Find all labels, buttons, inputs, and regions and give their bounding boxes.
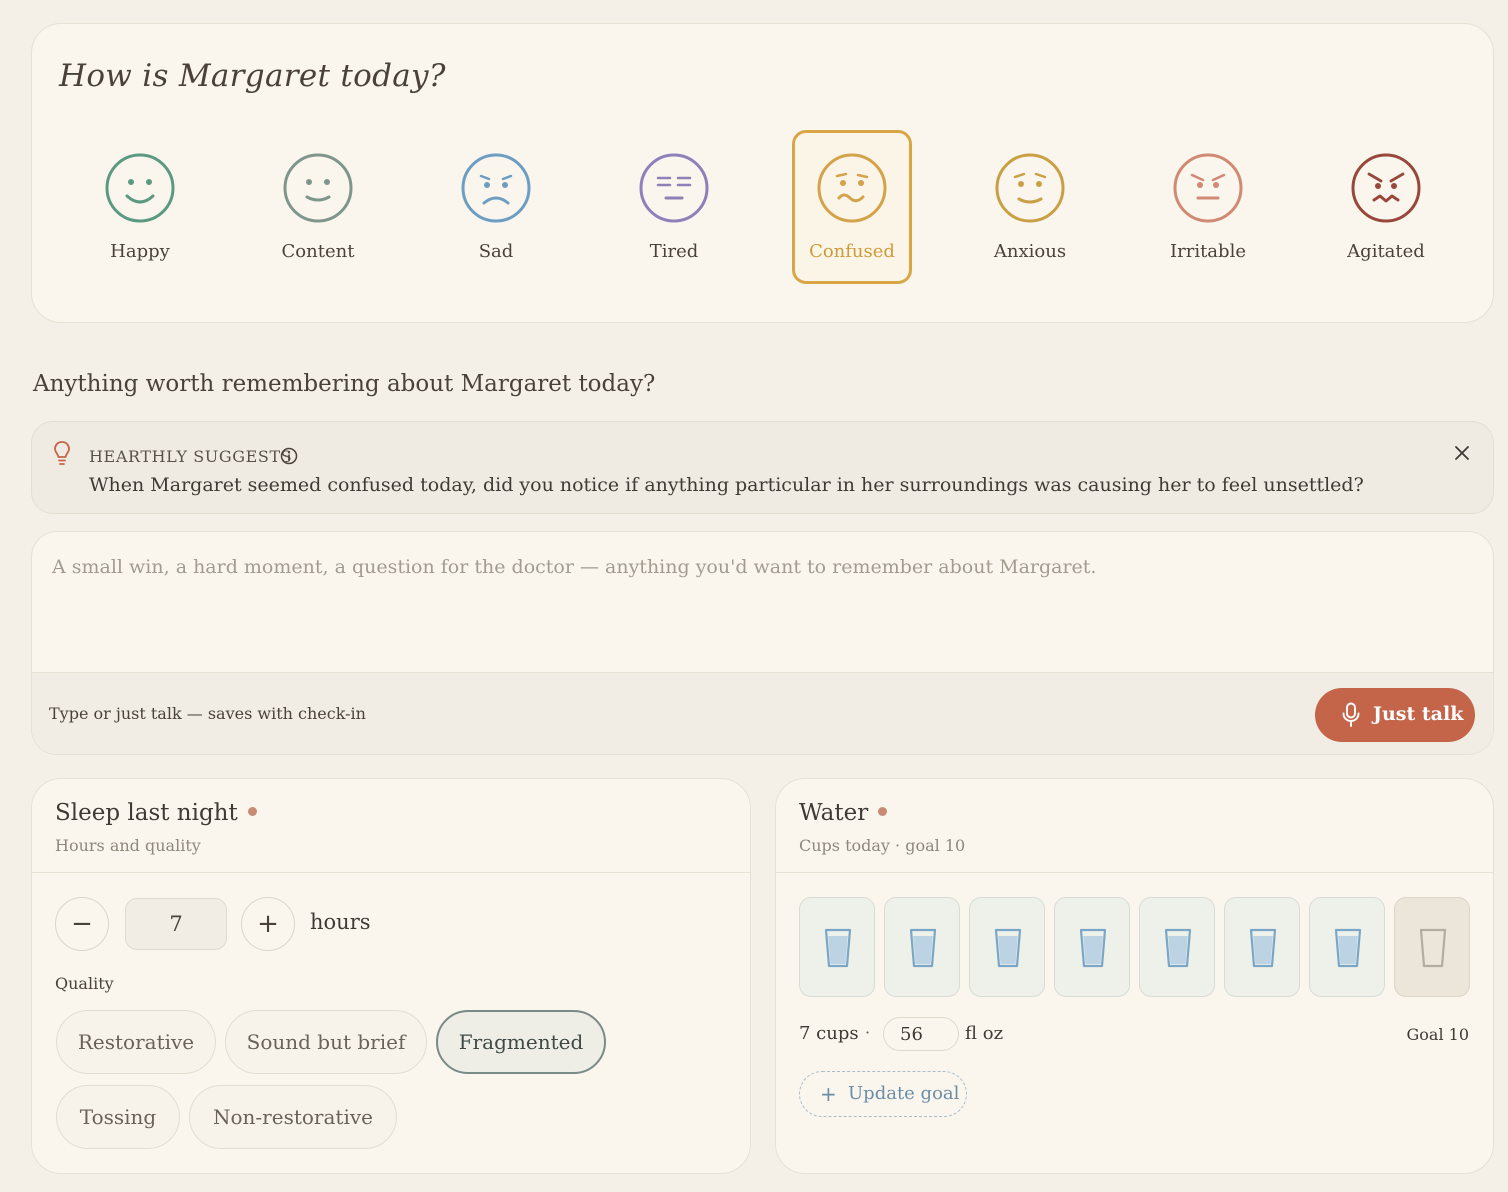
- quality-label: Quality: [55, 974, 114, 993]
- mood-anxious[interactable]: Anxious: [970, 130, 1090, 284]
- info-icon[interactable]: [280, 447, 298, 465]
- suggestion-banner: HEARTHLY SUGGESTS When Margaret seemed c…: [31, 421, 1494, 514]
- cup-filled[interactable]: [969, 897, 1045, 997]
- notes-footer: Type or just talk — saves with check-in …: [32, 672, 1493, 754]
- water-title: Water: [799, 800, 888, 826]
- mood-label: Confused: [809, 241, 895, 262]
- mood-card: How is Margaret today? Happy Content Sad: [31, 23, 1494, 323]
- floz-input[interactable]: [883, 1017, 959, 1051]
- anxious-face-icon: [995, 153, 1065, 223]
- mood-label: Happy: [110, 241, 170, 262]
- irritable-face-icon: [1173, 153, 1243, 223]
- water-glass-icon: [1079, 928, 1107, 968]
- increase-hours-button[interactable]: +: [241, 897, 295, 951]
- mood-label: Tired: [649, 241, 699, 262]
- sleep-card: Sleep last night Hours and quality − + h…: [31, 778, 751, 1174]
- mood-label: Anxious: [993, 241, 1067, 262]
- mood-tired[interactable]: Tired: [614, 130, 734, 284]
- update-goal-button[interactable]: + Update goal: [799, 1071, 967, 1117]
- update-goal-label: Update goal: [848, 1083, 960, 1104]
- just-talk-button[interactable]: Just talk: [1315, 688, 1475, 742]
- quality-chip-restorative[interactable]: Restorative: [56, 1010, 216, 1074]
- mood-sad[interactable]: Sad: [436, 130, 556, 284]
- cups-separator: ·: [865, 1023, 871, 1042]
- sleep-card-header: Sleep last night Hours and quality: [32, 779, 750, 873]
- mood-label: Agitated: [1347, 241, 1425, 262]
- content-face-icon: [283, 153, 353, 223]
- mood-label: Irritable: [1170, 241, 1246, 262]
- cup-filled[interactable]: [884, 897, 960, 997]
- water-subtitle: Cups today · goal 10: [799, 836, 966, 855]
- sleep-subtitle: Hours and quality: [55, 836, 201, 855]
- hours-input[interactable]: [125, 898, 227, 950]
- close-icon[interactable]: [1453, 444, 1471, 462]
- quality-chip-sound-but-brief[interactable]: Sound but brief: [225, 1010, 427, 1074]
- mood-irritable[interactable]: Irritable: [1148, 130, 1268, 284]
- decrease-hours-button[interactable]: −: [55, 897, 109, 951]
- mood-label: Content: [281, 241, 355, 262]
- notes-box: Type or just talk — saves with check-in …: [31, 531, 1494, 755]
- notes-hint: Type or just talk — saves with check-in: [49, 704, 366, 723]
- sad-face-icon: [461, 153, 531, 223]
- mood-happy[interactable]: Happy: [80, 130, 200, 284]
- notes-heading: Anything worth remembering about Margare…: [33, 371, 656, 397]
- plus-icon: +: [820, 1082, 837, 1106]
- tired-face-icon: [639, 153, 709, 223]
- sleep-title-text: Sleep last night: [55, 800, 238, 826]
- water-glass-icon: [824, 928, 852, 968]
- cup-filled[interactable]: [1309, 897, 1385, 997]
- sleep-title: Sleep last night: [55, 800, 257, 826]
- water-glass-icon: [1334, 928, 1362, 968]
- water-glass-icon: [909, 928, 937, 968]
- required-dot: [247, 806, 257, 816]
- hours-unit: hours: [310, 910, 371, 934]
- mood-title: How is Margaret today?: [59, 58, 446, 94]
- water-glass-icon: [994, 928, 1022, 968]
- cup-filled[interactable]: [1139, 897, 1215, 997]
- quality-chip-tossing[interactable]: Tossing: [56, 1085, 180, 1149]
- cups-count: 7 cups: [799, 1023, 859, 1044]
- just-talk-label: Just talk: [1373, 703, 1464, 725]
- water-glass-icon: [1419, 928, 1447, 968]
- lightbulb-icon: [54, 441, 70, 465]
- agitated-face-icon: [1351, 153, 1421, 223]
- suggestion-text: When Margaret seemed confused today, did…: [89, 474, 1364, 496]
- cup-empty[interactable]: [1394, 897, 1470, 997]
- happy-face-icon: [105, 153, 175, 223]
- cup-filled[interactable]: [1054, 897, 1130, 997]
- water-title-text: Water: [799, 800, 869, 826]
- quality-chip-non-restorative[interactable]: Non-restorative: [189, 1085, 397, 1149]
- water-card-header: Water Cups today · goal 10: [776, 779, 1493, 873]
- confused-face-icon: [817, 153, 887, 223]
- floz-unit: fl oz: [965, 1023, 1004, 1044]
- quality-chip-fragmented[interactable]: Fragmented: [436, 1010, 606, 1074]
- water-card: Water Cups today · goal 10 7 cups · fl o…: [775, 778, 1494, 1174]
- cup-filled[interactable]: [1224, 897, 1300, 997]
- cup-filled[interactable]: [799, 897, 875, 997]
- microphone-icon: [1342, 702, 1360, 727]
- mood-label: Sad: [478, 241, 514, 262]
- mood-agitated[interactable]: Agitated: [1326, 130, 1446, 284]
- mood-confused[interactable]: Confused: [792, 130, 912, 284]
- goal-text: Goal 10: [1406, 1025, 1469, 1044]
- water-glass-icon: [1164, 928, 1192, 968]
- suggestion-label: HEARTHLY SUGGESTS: [89, 447, 293, 466]
- mood-content[interactable]: Content: [258, 130, 378, 284]
- notes-input[interactable]: [32, 532, 1493, 672]
- water-glass-icon: [1249, 928, 1277, 968]
- required-dot: [878, 806, 888, 816]
